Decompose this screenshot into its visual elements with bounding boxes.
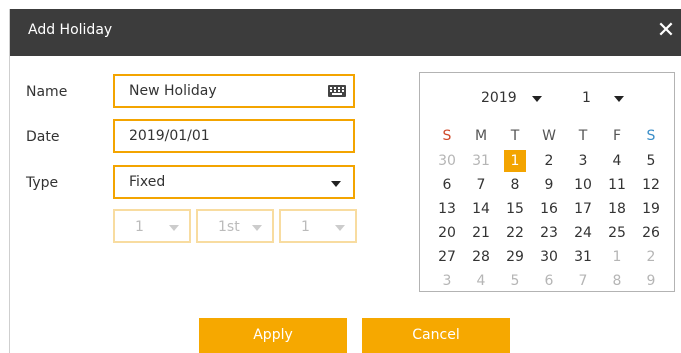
calendar-day[interactable]: 20 bbox=[430, 222, 464, 244]
calendar-day[interactable]: 31 bbox=[464, 150, 498, 172]
calendar-day[interactable]: 17 bbox=[566, 198, 600, 220]
chevron-down-icon bbox=[169, 225, 179, 231]
calendar-day[interactable]: 14 bbox=[464, 198, 498, 220]
calendar-day[interactable]: 22 bbox=[498, 222, 532, 244]
dialog-titlebar: Add Holiday ✕ bbox=[10, 9, 681, 56]
calendar-picker: 2019 1 S M T W T F S 30 31 1 2 3 4 5 6 7 8 9 10 11 12 13 14 15 1… bbox=[419, 72, 675, 292]
calendar-day[interactable]: 18 bbox=[600, 198, 634, 220]
calendar-day[interactable]: 30 bbox=[532, 246, 566, 268]
weekday-header: S bbox=[442, 128, 452, 144]
chevron-down-icon bbox=[335, 225, 345, 231]
calendar-month[interactable]: 1 bbox=[582, 90, 591, 106]
calendar-day[interactable]: 13 bbox=[430, 198, 464, 220]
cancel-button[interactable]: Cancel bbox=[362, 318, 510, 353]
calendar-day[interactable]: 24 bbox=[566, 222, 600, 244]
calendar-day[interactable]: 3 bbox=[430, 270, 464, 292]
name-label: Name bbox=[26, 84, 68, 100]
calendar-day[interactable]: 29 bbox=[498, 246, 532, 268]
dialog-title: Add Holiday bbox=[28, 22, 113, 38]
day-select[interactable]: 1 bbox=[279, 209, 357, 243]
weekday-header: F bbox=[612, 128, 622, 144]
type-select[interactable]: Fixed bbox=[113, 165, 355, 199]
date-label: Date bbox=[26, 129, 60, 145]
calendar-day[interactable]: 16 bbox=[532, 198, 566, 220]
calendar-day[interactable]: 6 bbox=[430, 174, 464, 196]
calendar-day[interactable]: 5 bbox=[634, 150, 668, 172]
weekday-header: S bbox=[646, 128, 656, 144]
date-value: 2019/01/01 bbox=[129, 128, 210, 144]
calendar-day[interactable]: 25 bbox=[600, 222, 634, 244]
chevron-down-icon bbox=[252, 225, 262, 231]
chevron-down-icon bbox=[331, 181, 341, 187]
calendar-day[interactable]: 30 bbox=[430, 150, 464, 172]
day-select-value: 1 bbox=[301, 219, 310, 235]
calendar-day[interactable]: 2 bbox=[634, 246, 668, 268]
month-select[interactable]: 1 bbox=[113, 209, 191, 243]
week-select[interactable]: 1st bbox=[196, 209, 274, 243]
calendar-day[interactable]: 5 bbox=[498, 270, 532, 292]
keyboard-icon[interactable] bbox=[328, 85, 346, 97]
calendar-day[interactable]: 28 bbox=[464, 246, 498, 268]
calendar-day[interactable]: 11 bbox=[600, 174, 634, 196]
calendar-day[interactable]: 7 bbox=[566, 270, 600, 292]
calendar-day[interactable]: 9 bbox=[634, 270, 668, 292]
calendar-day[interactable]: 4 bbox=[600, 150, 634, 172]
close-icon[interactable]: ✕ bbox=[656, 19, 676, 43]
date-field[interactable]: 2019/01/01 bbox=[113, 119, 355, 153]
calendar-day[interactable]: 15 bbox=[498, 198, 532, 220]
calendar-day[interactable]: 27 bbox=[430, 246, 464, 268]
calendar-day[interactable]: 7 bbox=[464, 174, 498, 196]
calendar-day[interactable]: 12 bbox=[634, 174, 668, 196]
calendar-day-selected[interactable]: 1 bbox=[504, 150, 526, 172]
calendar-day[interactable]: 26 bbox=[634, 222, 668, 244]
calendar-day[interactable]: 8 bbox=[498, 174, 532, 196]
type-value: Fixed bbox=[129, 174, 166, 190]
calendar-day[interactable]: 21 bbox=[464, 222, 498, 244]
type-label: Type bbox=[26, 175, 59, 191]
add-holiday-dialog: Add Holiday ✕ Name New Holiday Date 2019… bbox=[9, 9, 681, 353]
calendar-day[interactable]: 31 bbox=[566, 246, 600, 268]
calendar-day[interactable]: 8 bbox=[600, 270, 634, 292]
name-field[interactable]: New Holiday bbox=[113, 74, 355, 108]
calendar-day[interactable]: 4 bbox=[464, 270, 498, 292]
calendar-day[interactable]: 19 bbox=[634, 198, 668, 220]
name-value: New Holiday bbox=[129, 83, 217, 99]
calendar-year[interactable]: 2019 bbox=[481, 90, 517, 106]
chevron-down-icon[interactable] bbox=[532, 96, 542, 102]
calendar-day[interactable]: 6 bbox=[532, 270, 566, 292]
calendar-day[interactable]: 1 bbox=[600, 246, 634, 268]
weekday-header: T bbox=[578, 128, 588, 144]
weekday-header: M bbox=[474, 128, 488, 144]
calendar-day[interactable]: 23 bbox=[532, 222, 566, 244]
calendar-day[interactable]: 3 bbox=[566, 150, 600, 172]
calendar-day[interactable]: 2 bbox=[532, 150, 566, 172]
weekday-header: W bbox=[542, 128, 556, 144]
calendar-day[interactable]: 9 bbox=[532, 174, 566, 196]
month-select-value: 1 bbox=[135, 219, 144, 235]
week-select-value: 1st bbox=[218, 219, 240, 235]
chevron-down-icon[interactable] bbox=[614, 96, 624, 102]
calendar-day[interactable]: 10 bbox=[566, 174, 600, 196]
weekday-header: T bbox=[510, 128, 520, 144]
apply-button[interactable]: Apply bbox=[199, 318, 347, 353]
